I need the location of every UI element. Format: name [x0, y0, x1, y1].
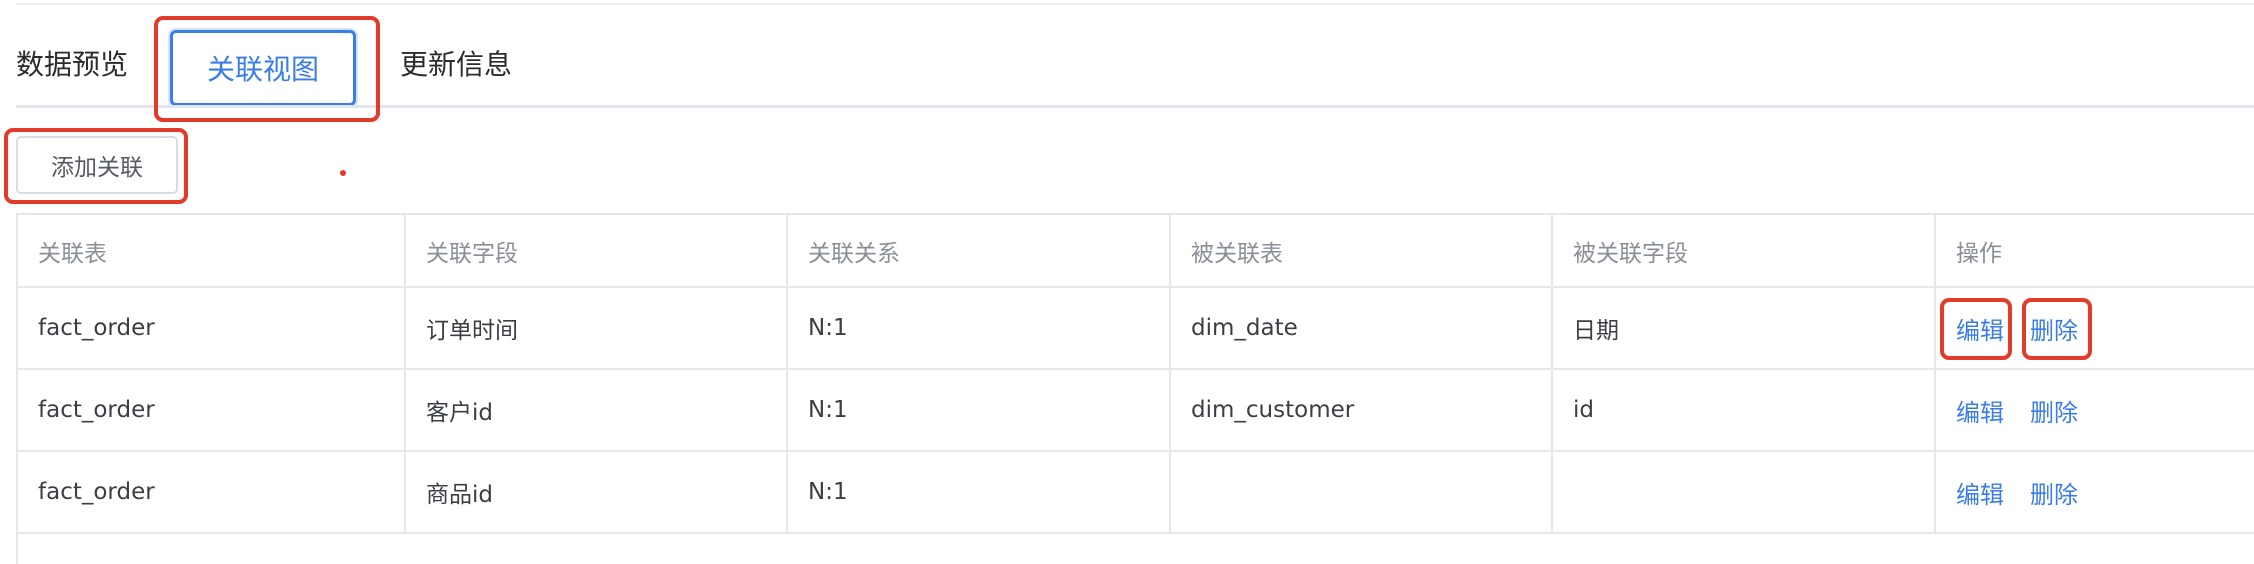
annotation-dot: [340, 170, 346, 176]
delete-link[interactable]: 删除: [2030, 311, 2078, 346]
cell-target-field: [1553, 452, 1936, 532]
header-related-field: 关联字段: [406, 215, 788, 286]
cell-target-field: id: [1553, 370, 1936, 450]
cell-related-field: 订单时间: [406, 288, 788, 368]
edit-link[interactable]: 编辑: [1956, 475, 2004, 510]
tab-related-view[interactable]: 关联视图: [170, 30, 356, 106]
tab-data-preview[interactable]: 数据预览: [16, 48, 128, 82]
cell-related-table: fact_order: [18, 370, 406, 450]
cell-target-field: 日期: [1553, 288, 1936, 368]
table-row: fact_order 订单时间 N:1 dim_date 日期 编辑 删除: [18, 288, 2254, 370]
cell-relation: N:1: [788, 452, 1171, 532]
relations-table: 关联表 关联字段 关联关系 被关联表 被关联字段 操作 fact_order 订…: [16, 213, 2254, 564]
cell-target-table: [1171, 452, 1553, 532]
cell-related-table: fact_order: [18, 288, 406, 368]
table-row: fact_order 客户id N:1 dim_customer id 编辑 删…: [18, 370, 2254, 452]
tab-update-info[interactable]: 更新信息: [400, 48, 512, 82]
cell-relation: N:1: [788, 370, 1171, 450]
edit-link[interactable]: 编辑: [1956, 311, 2004, 346]
cell-related-field: 客户id: [406, 370, 788, 450]
cell-actions: 编辑 删除: [1936, 288, 2254, 368]
header-target-field: 被关联字段: [1553, 215, 1936, 286]
cell-actions: 编辑 删除: [1936, 452, 2254, 532]
header-relation: 关联关系: [788, 215, 1171, 286]
cell-actions: 编辑 删除: [1936, 370, 2254, 450]
header-related-table: 关联表: [18, 215, 406, 286]
table-row: fact_order 商品id N:1 编辑 删除: [18, 452, 2254, 534]
edit-link[interactable]: 编辑: [1956, 393, 2004, 428]
cell-target-table: dim_customer: [1171, 370, 1553, 450]
add-relation-button[interactable]: 添加关联: [16, 136, 178, 194]
header-target-table: 被关联表: [1171, 215, 1553, 286]
cell-related-field: 商品id: [406, 452, 788, 532]
table-header-row: 关联表 关联字段 关联关系 被关联表 被关联字段 操作: [18, 215, 2254, 288]
cell-target-table: dim_date: [1171, 288, 1553, 368]
delete-link[interactable]: 删除: [2030, 475, 2078, 510]
header-actions: 操作: [1956, 240, 2002, 267]
tab-underline: [16, 105, 2254, 108]
tab-bar: 数据预览 关联视图 更新信息: [0, 0, 2254, 112]
cell-related-table: fact_order: [18, 452, 406, 532]
cell-relation: N:1: [788, 288, 1171, 368]
delete-link[interactable]: 删除: [2030, 393, 2078, 428]
